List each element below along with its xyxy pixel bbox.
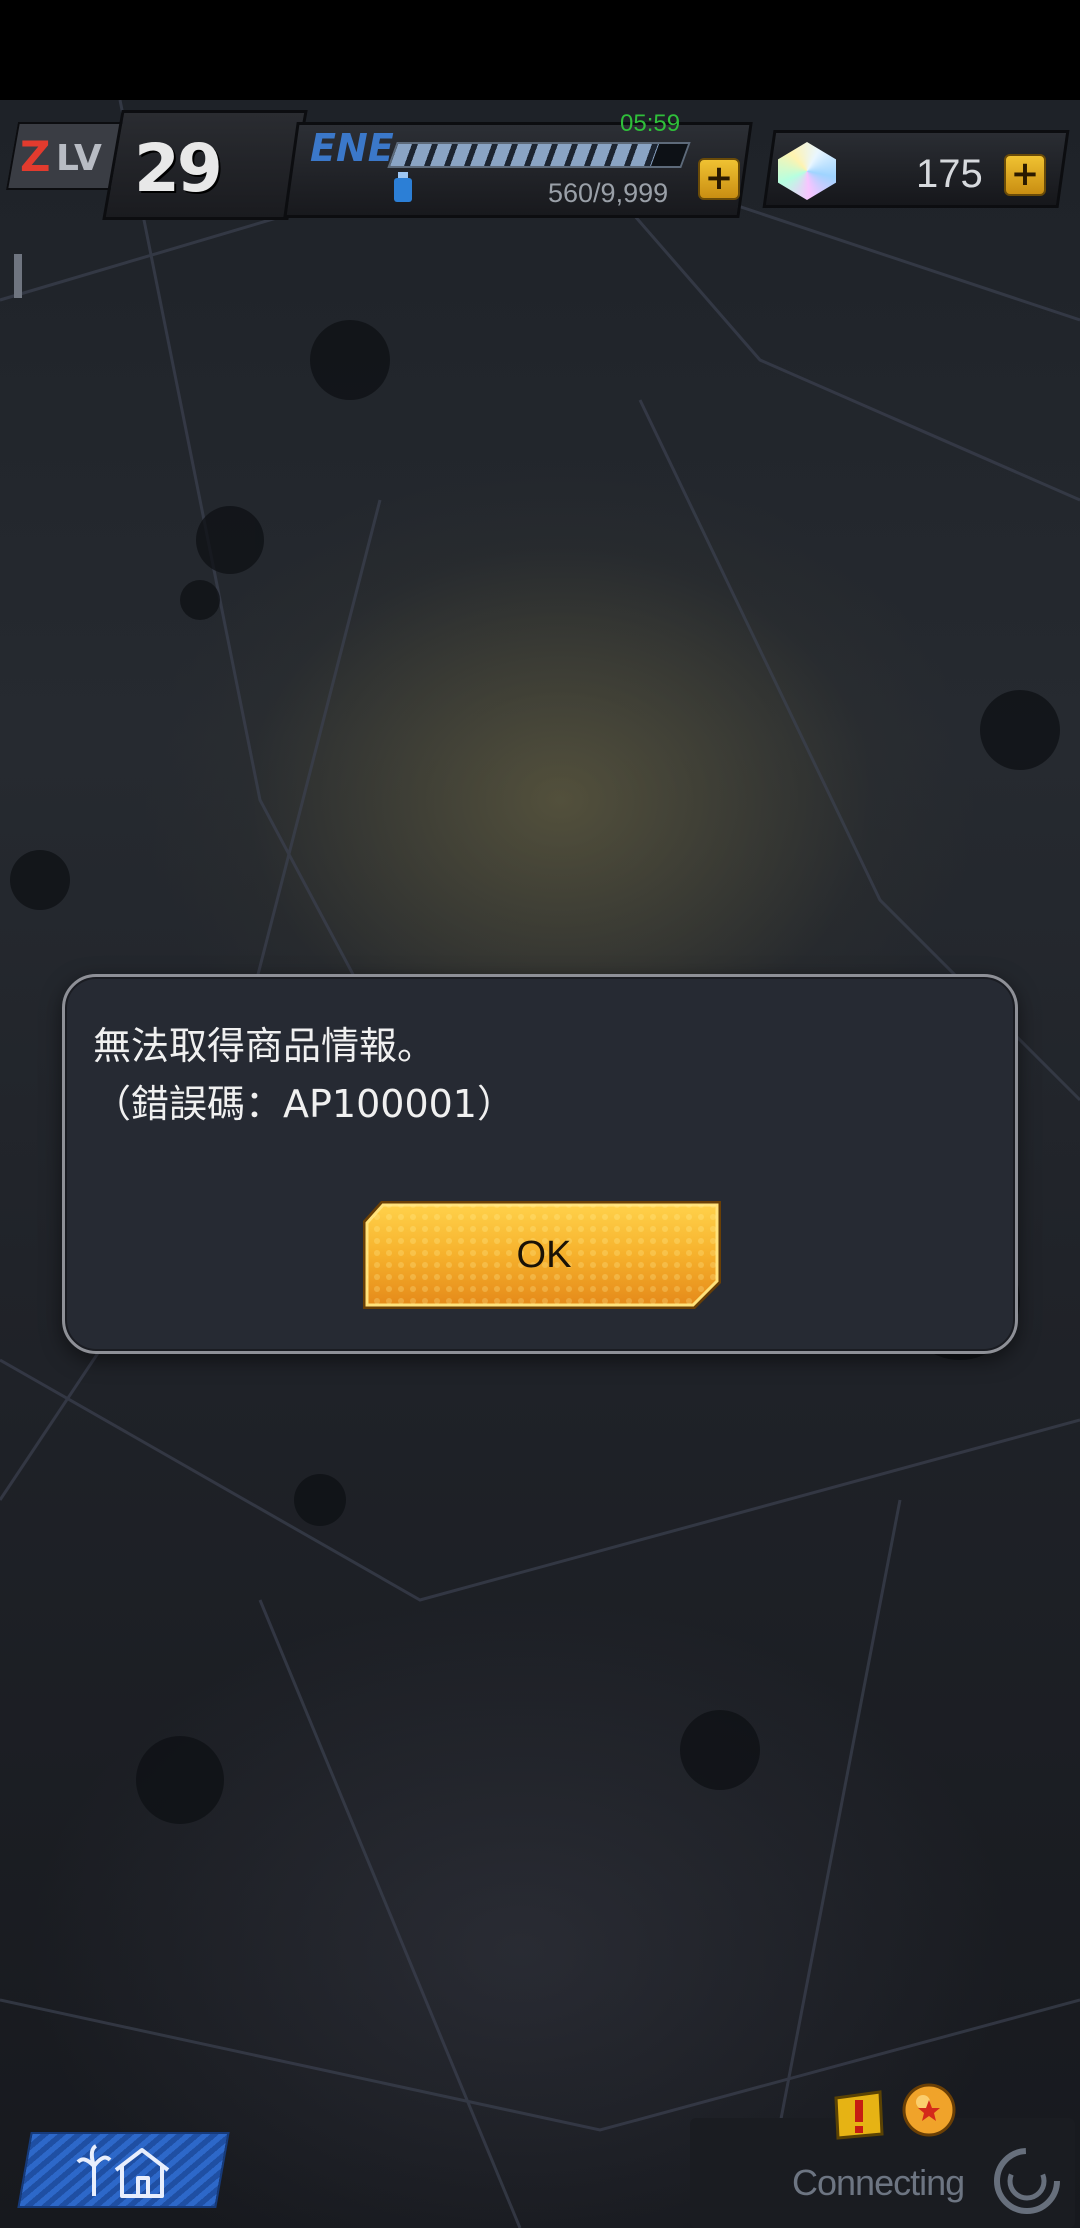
energy-bar <box>387 142 691 168</box>
level-value: 29 <box>134 130 223 207</box>
gem-counter[interactable]: 175 + <box>762 116 1070 216</box>
level-prefix: Z <box>20 132 51 181</box>
connecting-status: Connecting <box>792 2162 965 2203</box>
ok-button-label: OK <box>516 1234 572 1276</box>
energy-gauge[interactable]: 05:59 ENE 560/9,999 + <box>283 110 753 220</box>
status-bar <box>0 0 1080 100</box>
error-dialog: 無法取得商品情報。 （錯誤碼：AP100001） OK <box>62 974 1018 1354</box>
dialog-message-line1: 無法取得商品情報。 <box>93 1024 436 1068</box>
spinner-icon <box>994 2148 1060 2214</box>
gem-count: 175 <box>916 152 983 196</box>
energy-bar-fill <box>389 144 660 166</box>
dialog-message: 無法取得商品情報。 （錯誤碼：AP100001） <box>93 1017 515 1133</box>
energy-icon <box>394 172 412 202</box>
add-gems-button[interactable]: + <box>1004 154 1046 196</box>
energy-label: ENE <box>310 126 394 170</box>
menu-area[interactable]: Connecting <box>690 2080 1075 2228</box>
alert-icon <box>834 2090 884 2140</box>
home-button[interactable] <box>14 2128 230 2208</box>
player-level-badge[interactable]: Z LV 29 <box>6 110 308 220</box>
game-screen: Z LV 29 05:59 ENE 560/9,999 + 175 + 無法取得… <box>0 0 1080 2228</box>
add-energy-button[interactable]: + <box>698 158 740 200</box>
ok-button[interactable]: OK <box>359 1199 729 1311</box>
home-icon <box>76 2144 170 2198</box>
energy-timer: 05:59 <box>620 110 681 137</box>
energy-count: 560/9,999 <box>548 178 669 208</box>
side-indicator <box>14 254 22 298</box>
dragonball-icon <box>902 2083 956 2137</box>
level-label: LV <box>56 138 102 179</box>
dialog-error-code: （錯誤碼：AP100001） <box>93 1082 515 1126</box>
